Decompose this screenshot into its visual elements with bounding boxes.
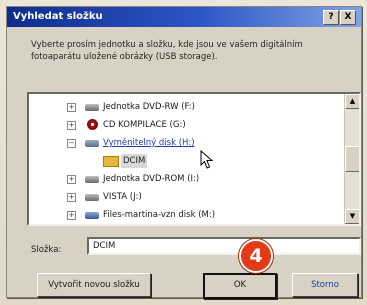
folder-tree[interactable]: + Jednotka DVD-RW (F:) + CD KOMPILACE (G… xyxy=(27,92,361,226)
tree-item-label: DCIM xyxy=(121,154,148,168)
tree-item-label: Jednotka DVD-ROM (I:) xyxy=(103,174,200,184)
expand-icon[interactable]: + xyxy=(67,211,76,220)
step-number-badge: 4 xyxy=(239,239,273,273)
tree-item-label: Jednotka DVD-RW (F:) xyxy=(103,102,195,112)
usb-drive-icon xyxy=(85,140,99,147)
drive-icon xyxy=(85,104,99,111)
tree-item-label: VISTA (J:) xyxy=(103,192,142,202)
drive-icon xyxy=(85,176,99,183)
expand-icon[interactable]: + xyxy=(67,103,76,112)
close-button[interactable]: X xyxy=(340,10,356,25)
folder-label: Složka: xyxy=(31,245,62,255)
collapse-icon[interactable]: − xyxy=(67,139,76,148)
cd-icon xyxy=(87,119,98,130)
expand-icon[interactable]: + xyxy=(67,193,76,202)
dialog-title: Vyhledat složku xyxy=(13,11,103,22)
scroll-up-button[interactable]: ▲ xyxy=(345,94,359,109)
title-bar: Vyhledat složku ? X xyxy=(7,7,361,27)
new-folder-button[interactable]: Vytvořit novou složku xyxy=(37,273,151,297)
instruction-text: Vyberte prosím jednotku a složku, kde js… xyxy=(31,40,303,62)
network-drive-icon xyxy=(85,212,99,219)
tree-scrollbar[interactable]: ▲ ▼ xyxy=(344,94,359,224)
tree-item-label: Files-martina-vzn disk (M:) xyxy=(103,210,216,220)
drive-icon xyxy=(85,194,99,201)
browse-folder-dialog: Vyhledat složku ? X Vyberte prosím jedno… xyxy=(6,6,362,299)
folder-icon xyxy=(103,156,119,167)
ok-button[interactable]: OK xyxy=(203,273,277,299)
tree-item-label: Vyměnitelný disk (H:) xyxy=(103,138,195,148)
tree-item-label: CD KOMPILACE (G:) xyxy=(103,120,186,130)
folder-input[interactable] xyxy=(87,237,361,255)
scroll-down-button[interactable]: ▼ xyxy=(345,209,359,224)
expand-icon[interactable]: + xyxy=(67,175,76,184)
mouse-cursor-icon xyxy=(200,150,214,169)
cancel-button[interactable]: Storno xyxy=(292,273,358,297)
help-button[interactable]: ? xyxy=(323,10,339,25)
expand-icon[interactable]: + xyxy=(67,121,76,130)
scroll-thumb[interactable] xyxy=(345,146,359,172)
